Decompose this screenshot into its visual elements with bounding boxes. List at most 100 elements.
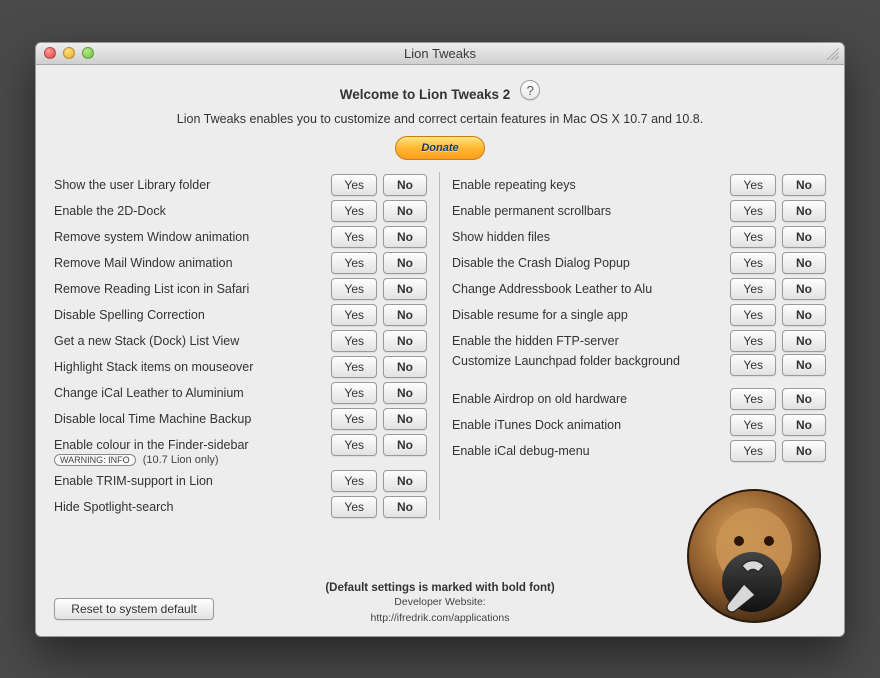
yes-button[interactable]: Yes <box>730 200 776 222</box>
yes-no-group: Yes No <box>331 496 427 518</box>
option-row: Enable Airdrop on old hardwareYesNo <box>452 386 826 412</box>
page-subtitle: Lion Tweaks enables you to customize and… <box>54 112 826 126</box>
option-row: Enable permanent scrollbarsYesNo <box>452 198 826 224</box>
option-row: Customize Launchpad folder backgroundYes… <box>452 354 826 386</box>
option-row: Disable resume for a single appYesNo <box>452 302 826 328</box>
options-left-column: Show the user Library folderYesNoEnable … <box>54 172 440 520</box>
yes-button[interactable]: Yes <box>331 330 377 352</box>
page-title: Welcome to Lion Tweaks 2 <box>340 87 511 102</box>
no-button[interactable]: No <box>383 470 427 492</box>
yes-button[interactable]: Yes <box>331 434 377 456</box>
no-button[interactable]: No <box>383 200 427 222</box>
help-button[interactable]: ? <box>520 80 540 100</box>
yes-button[interactable]: Yes <box>331 252 377 274</box>
window-title: Lion Tweaks <box>404 46 476 61</box>
option-label: Show the user Library folder <box>54 178 331 192</box>
option-row: Enable repeating keysYes No <box>452 172 826 198</box>
yes-button[interactable]: Yes <box>331 356 377 378</box>
option-label: Enable TRIM-support in Lion <box>54 474 331 488</box>
option-row: Enable the hidden FTP-serverYes No <box>452 328 826 354</box>
yes-no-group: Yes No <box>331 252 427 274</box>
yes-no-group: Yes No <box>331 408 427 430</box>
no-button[interactable]: No <box>383 226 427 248</box>
yes-no-group: Yes No <box>331 226 427 248</box>
reset-button[interactable]: Reset to system default <box>54 598 214 620</box>
option-label: Enable the 2D-Dock <box>54 204 331 218</box>
yes-button[interactable]: Yes <box>331 174 377 196</box>
yes-no-group: Yes No <box>331 356 427 378</box>
option-row: Get a new Stack (Dock) List ViewYes No <box>54 328 427 354</box>
no-button[interactable]: No <box>383 174 427 196</box>
no-button[interactable]: No <box>383 434 427 456</box>
option-row: Show the user Library folderYes No <box>54 172 427 198</box>
yes-button[interactable]: Yes <box>730 174 776 196</box>
minimize-icon[interactable] <box>63 47 75 59</box>
option-row: Change iCal Leather to AluminiumYesNo <box>54 380 427 406</box>
yes-button[interactable]: Yes <box>331 496 377 518</box>
no-button[interactable]: No <box>782 278 826 300</box>
option-label: Disable local Time Machine Backup <box>54 412 331 426</box>
no-button[interactable]: No <box>383 356 427 378</box>
option-label: Enable repeating keys <box>452 178 730 192</box>
no-button[interactable]: No <box>782 174 826 196</box>
no-button[interactable]: No <box>383 278 427 300</box>
no-button[interactable]: No <box>782 414 826 436</box>
warning-pill[interactable]: WARNING: INFO <box>54 454 136 466</box>
option-row: Enable the 2D-DockYes No <box>54 198 427 224</box>
option-label: Disable Spelling Correction <box>54 308 331 322</box>
yes-button[interactable]: Yes <box>331 408 377 430</box>
no-button[interactable]: No <box>782 226 826 248</box>
option-row: Remove Mail Window animationYesNo <box>54 250 427 276</box>
yes-button[interactable]: Yes <box>331 200 377 222</box>
yes-no-group: Yes No <box>331 174 427 196</box>
yes-button[interactable]: Yes <box>331 470 377 492</box>
no-button[interactable]: No <box>782 330 826 352</box>
close-icon[interactable] <box>44 47 56 59</box>
no-button[interactable]: No <box>383 304 427 326</box>
option-label: Remove system Window animation <box>54 230 331 244</box>
yes-button[interactable]: Yes <box>730 226 776 248</box>
yes-button[interactable]: Yes <box>730 414 776 436</box>
yes-button[interactable]: Yes <box>730 252 776 274</box>
yes-button[interactable]: Yes <box>730 278 776 300</box>
yes-no-group: Yes No <box>730 226 826 248</box>
option-label: Show hidden files <box>452 230 730 244</box>
yes-button[interactable]: Yes <box>331 226 377 248</box>
yes-button[interactable]: Yes <box>730 330 776 352</box>
option-label: Enable the hidden FTP-server <box>452 334 730 348</box>
donate-button[interactable]: Donate <box>395 136 485 160</box>
no-button[interactable]: No <box>383 382 427 404</box>
zoom-icon[interactable] <box>82 47 94 59</box>
no-button[interactable]: No <box>782 252 826 274</box>
yes-button[interactable]: Yes <box>730 354 776 376</box>
option-label: Enable iTunes Dock animation <box>452 418 730 432</box>
no-button[interactable]: No <box>782 304 826 326</box>
yes-no-group: Yes No <box>331 330 427 352</box>
no-button[interactable]: No <box>383 252 427 274</box>
no-button[interactable]: No <box>782 354 826 376</box>
option-row: Disable local Time Machine BackupYes No <box>54 406 427 432</box>
yes-button[interactable]: Yes <box>730 388 776 410</box>
footnote-text: (Default settings is marked with bold fo… <box>54 582 826 594</box>
option-label: Highlight Stack items on mouseover <box>54 360 331 374</box>
no-button[interactable]: No <box>782 388 826 410</box>
yes-no-group: Yes No <box>331 470 427 492</box>
yes-button[interactable]: Yes <box>730 440 776 462</box>
yes-no-group: Yes No <box>331 382 427 404</box>
no-button[interactable]: No <box>782 440 826 462</box>
yes-button[interactable]: Yes <box>331 278 377 300</box>
no-button[interactable]: No <box>383 408 427 430</box>
yes-button[interactable]: Yes <box>331 382 377 404</box>
yes-no-group: Yes No <box>730 252 826 274</box>
no-button[interactable]: No <box>782 200 826 222</box>
no-button[interactable]: No <box>383 330 427 352</box>
option-label: Get a new Stack (Dock) List View <box>54 334 331 348</box>
yes-no-group: Yes No <box>730 330 826 352</box>
traffic-lights <box>44 47 94 59</box>
no-button[interactable]: No <box>383 496 427 518</box>
resize-icon[interactable] <box>827 47 839 59</box>
yes-button[interactable]: Yes <box>730 304 776 326</box>
yes-no-group: Yes No <box>730 200 826 222</box>
option-label: Enable iCal debug-menu <box>452 444 730 458</box>
yes-button[interactable]: Yes <box>331 304 377 326</box>
